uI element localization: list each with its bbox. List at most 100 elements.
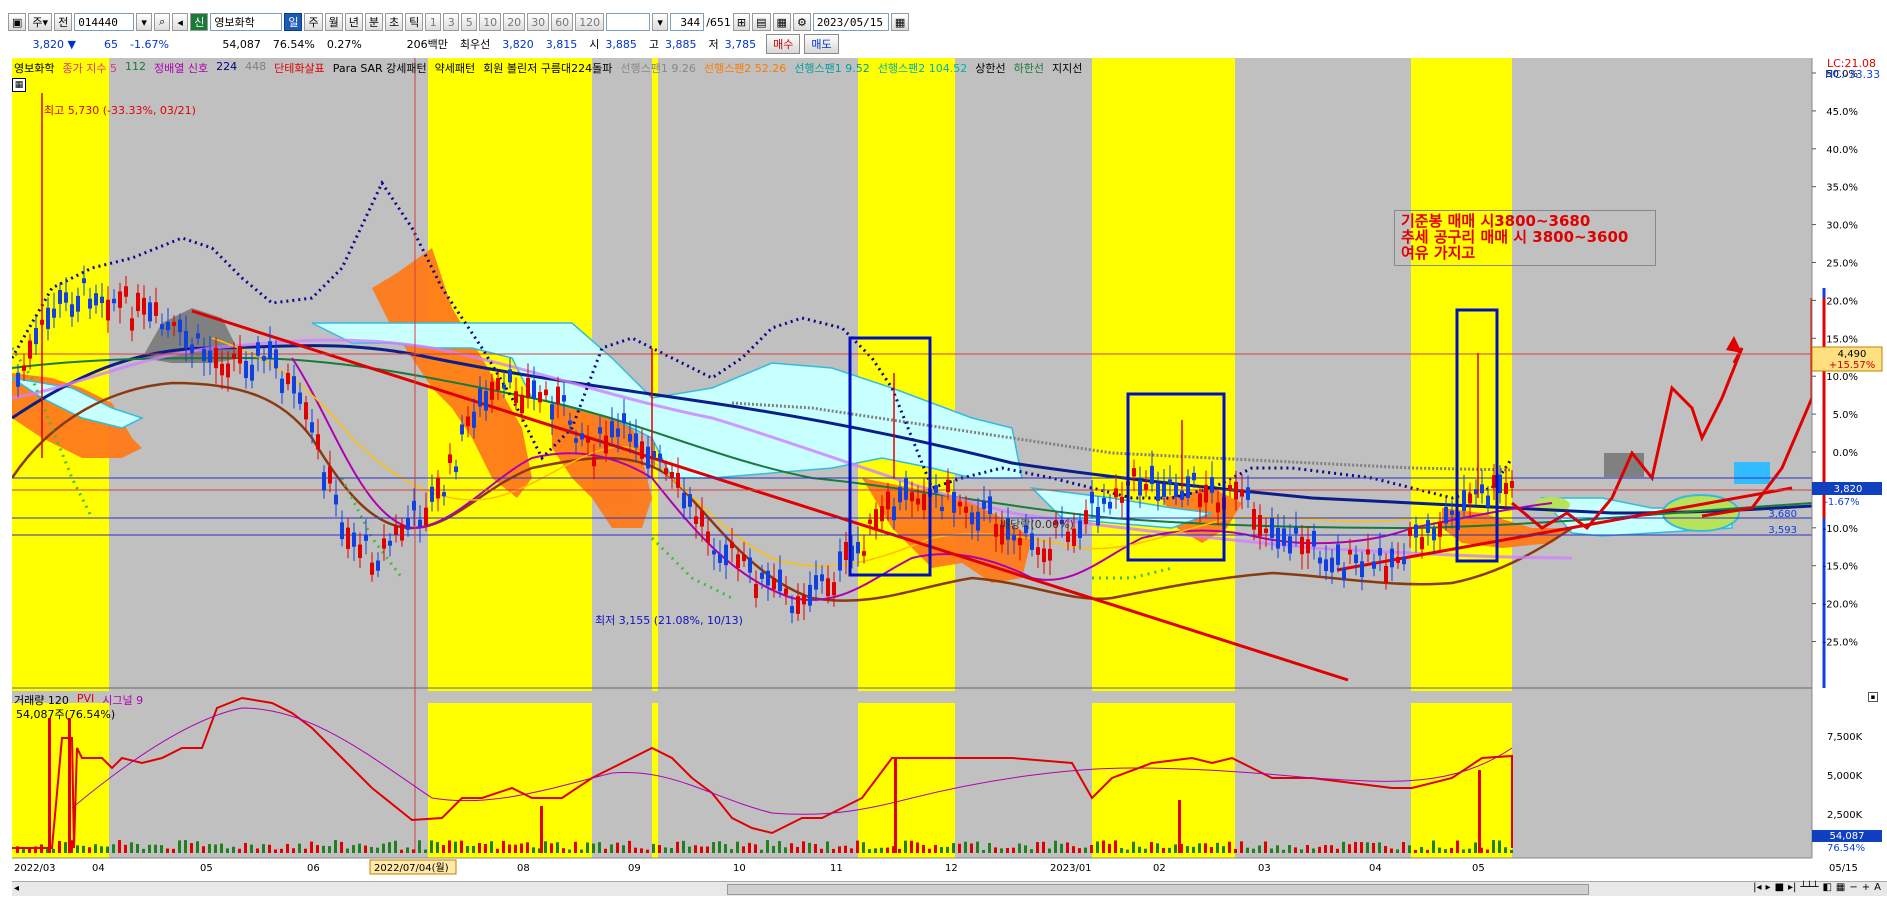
candle-body xyxy=(862,551,866,556)
interval-minute[interactable]: 분 xyxy=(364,13,383,31)
first-icon[interactable]: |◂ xyxy=(1753,882,1761,893)
search-icon[interactable]: ⌕ xyxy=(154,13,171,31)
interval-20[interactable]: 20 xyxy=(503,13,526,31)
volume-bar xyxy=(1216,842,1219,853)
volume-bar xyxy=(28,848,31,853)
interval-60[interactable]: 60 xyxy=(551,13,574,31)
interval-10[interactable]: 10 xyxy=(479,13,502,31)
interval-second[interactable]: 초 xyxy=(384,13,404,31)
legend-item[interactable]: 상한선 xyxy=(975,60,1005,75)
stop-icon[interactable]: ■ xyxy=(1775,882,1784,893)
all-button[interactable]: 전 xyxy=(54,13,73,31)
legend-item[interactable]: 224 xyxy=(216,60,237,74)
legend-item[interactable]: 지지선 xyxy=(1052,60,1082,75)
volume-bar xyxy=(658,845,661,853)
interval-month[interactable]: 월 xyxy=(324,13,343,31)
auto-icon[interactable]: A xyxy=(1874,882,1881,893)
legend-item[interactable]: 112 xyxy=(125,60,146,74)
volume-bar xyxy=(994,847,997,853)
volume-bar xyxy=(754,844,757,853)
play-icon[interactable]: ▸ xyxy=(1766,882,1771,893)
volume-bar xyxy=(712,842,715,853)
legend-item[interactable]: 448 xyxy=(245,60,266,74)
volume-bar xyxy=(76,845,79,853)
candle-body xyxy=(1042,548,1046,563)
candle-body xyxy=(688,494,692,507)
candle-body xyxy=(250,364,254,381)
price-chart[interactable]: 50.0%45.0%40.0%35.0%30.0%25.0%20.0%15.0%… xyxy=(12,58,1887,878)
volume-bar xyxy=(1408,845,1411,853)
volume-bar xyxy=(1228,841,1231,853)
code-dropdown-icon[interactable]: ▾ xyxy=(136,13,153,31)
interval-dropdown-icon[interactable]: ▾ xyxy=(652,13,669,31)
grid-icon[interactable]: ▦ xyxy=(772,13,791,31)
volume-bar xyxy=(682,840,685,853)
layout-icon[interactable]: ▣ xyxy=(8,13,27,31)
volume-bar xyxy=(1486,849,1489,853)
stock-name-field[interactable]: 영보화학 xyxy=(210,13,283,31)
legend-item[interactable]: 단테화살표 xyxy=(274,60,325,75)
legend-item[interactable]: 회원 볼린저 구름대224돌파 xyxy=(483,60,612,75)
candle-body xyxy=(1162,483,1166,497)
interval-tick[interactable]: 틱 xyxy=(405,13,424,31)
panel-close-icon[interactable]: ▪ xyxy=(1868,692,1878,702)
candle-body xyxy=(946,479,950,493)
legend-item[interactable]: 종가 지수 5 xyxy=(62,60,116,75)
candle-body xyxy=(1216,502,1220,513)
legend-item[interactable]: 선행스팬2 52.26 xyxy=(704,60,786,75)
interval-30[interactable]: 30 xyxy=(527,13,550,31)
candle-body xyxy=(448,454,452,464)
x-axis-label: 02 xyxy=(1153,863,1166,874)
low-annotation: 최저 3,155 (21.08%, 10/13) xyxy=(595,614,743,627)
candle-body xyxy=(1174,482,1178,498)
custom-interval-input[interactable] xyxy=(606,13,651,31)
interval-week[interactable]: 주 xyxy=(304,13,323,31)
zoom-in-icon[interactable]: + xyxy=(1862,882,1870,893)
legend-item[interactable]: 하한선 xyxy=(1014,60,1044,75)
gear-icon[interactable]: ⚙ xyxy=(792,13,811,31)
volume-bar xyxy=(496,848,499,853)
interval-1[interactable]: 1 xyxy=(425,13,442,31)
volume-bar xyxy=(244,842,247,853)
candle-body xyxy=(130,318,134,331)
volume-bar xyxy=(1264,841,1267,853)
interval-3[interactable]: 3 xyxy=(443,13,460,31)
next-icon[interactable]: ▸| xyxy=(1788,882,1796,893)
chart-settings-icon[interactable]: ⊞ xyxy=(732,13,751,31)
volume-bar xyxy=(886,847,889,853)
horizontal-scrollbar[interactable]: ◂ |◂ ▸ ■ ▸| ┴┴┴ ◧ ▦ − + A xyxy=(12,881,1887,896)
volume-bar xyxy=(430,840,433,853)
volume-bar xyxy=(832,848,835,853)
legend-item[interactable]: 선행스팬1 9.26 xyxy=(620,60,695,75)
legend-item[interactable]: 영보화학 xyxy=(14,60,54,75)
scroll-thumb[interactable] xyxy=(727,884,1589,895)
volume-bar xyxy=(586,842,589,853)
interval-5[interactable]: 5 xyxy=(461,13,478,31)
legend-item[interactable]: 정배열 신호 xyxy=(154,60,208,75)
zoom-out-icon[interactable]: − xyxy=(1849,882,1857,893)
percent-tick: 15.0% xyxy=(1826,334,1858,345)
period-select[interactable]: 주 ▾ xyxy=(28,13,53,31)
date-input[interactable]: 2023/05/15 xyxy=(812,13,889,31)
buy-button[interactable]: 매수 xyxy=(766,34,801,54)
bar-count-input[interactable]: 344 xyxy=(670,13,705,31)
prev-stock-icon[interactable]: ◂ xyxy=(172,13,189,31)
scroll-left-icon[interactable]: ◂ xyxy=(14,883,19,894)
legend-item[interactable]: 선행스팬2 104.52 xyxy=(878,60,967,75)
legend-item[interactable]: 선행스팬1 9.52 xyxy=(794,60,869,75)
interval-120[interactable]: 120 xyxy=(575,13,605,31)
sell-button[interactable]: 매도 xyxy=(804,34,839,54)
interval-year[interactable]: 년 xyxy=(344,13,363,31)
calendar-icon[interactable]: ▦ xyxy=(890,13,910,31)
legend-item[interactable]: 약세패턴 xyxy=(435,60,475,75)
interval-day[interactable]: 일 xyxy=(284,13,303,31)
volume-bar xyxy=(502,840,505,853)
legend-item[interactable]: Para SAR 강세패턴 xyxy=(333,60,427,75)
grid-toggle-icon[interactable]: ▦ xyxy=(1836,882,1845,893)
zoom-fit-icon[interactable]: ◧ xyxy=(1822,882,1831,893)
ruler-icon[interactable]: ┴┴┴ xyxy=(1800,882,1818,893)
panel-menu-icon[interactable]: ▦ xyxy=(12,78,26,92)
save-icon[interactable]: ▤ xyxy=(752,13,771,31)
candle-body xyxy=(1348,549,1352,555)
stock-code-input[interactable]: 014440 xyxy=(74,13,135,31)
